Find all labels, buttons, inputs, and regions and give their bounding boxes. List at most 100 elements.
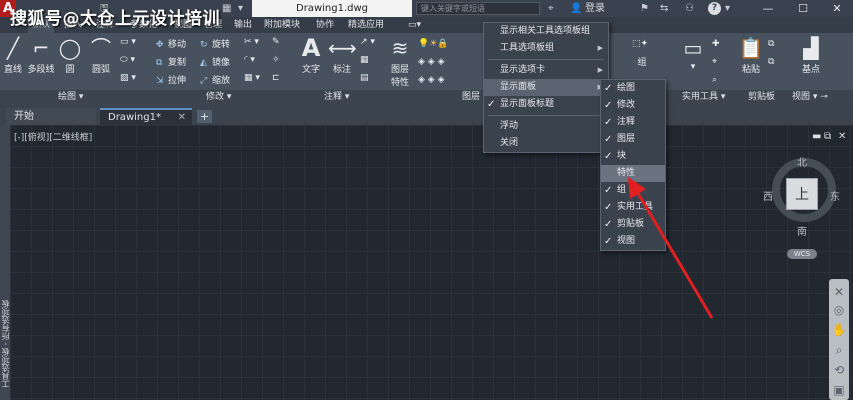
panel-menu-item[interactable]: ✓ 注释 xyxy=(601,114,665,131)
showmotion-icon[interactable]: ▣ xyxy=(829,383,849,397)
explode-icon[interactable]: ✧ xyxy=(272,55,280,65)
line-tool[interactable]: ╱ 直线 xyxy=(2,37,24,75)
help-button[interactable]: ? xyxy=(708,2,721,15)
steering-wheel-icon[interactable]: ◎ xyxy=(829,303,849,317)
panel-menu-item[interactable]: ✓ 图层 xyxy=(601,131,665,148)
tab-featured-apps[interactable]: 精选应用 xyxy=(344,17,388,33)
menu-item[interactable]: ✓ 显示面板标题 xyxy=(484,96,608,113)
mirror-tool[interactable]: ◭ 镜像 xyxy=(200,55,230,68)
move-tool[interactable]: ✥ 移动 xyxy=(156,37,186,50)
zoom-icon[interactable]: ⌕ xyxy=(829,343,849,358)
ribbon-toggle-icon[interactable]: ▭▾ xyxy=(404,17,425,33)
rotate-tool[interactable]: ↻ 旋转 xyxy=(200,37,230,50)
panel-menu-item[interactable]: ✓ 实用工具 xyxy=(601,199,665,216)
block-icon[interactable]: ⬚✦ xyxy=(632,39,648,49)
tab-start[interactable]: 开始 xyxy=(6,108,96,125)
hatch-icon[interactable]: ⬭ ▾ xyxy=(120,55,135,65)
cut-icon[interactable]: ⧉ xyxy=(768,39,774,49)
drawing-canvas[interactable] xyxy=(10,125,853,400)
viewport-close-icon[interactable]: ✕ xyxy=(838,131,846,142)
user-icon[interactable]: 👤 xyxy=(570,1,582,16)
cart-icon[interactable]: ⚑ xyxy=(640,1,649,16)
search-input[interactable]: 键入关键字或短语 xyxy=(416,2,540,15)
stretch-tool[interactable]: ⇲ 拉伸 xyxy=(156,73,186,86)
tab-drawing1[interactable]: Drawing1* ✕ xyxy=(100,108,192,125)
menu-item[interactable]: 显示面板▶ xyxy=(484,79,608,96)
viewcube-top-face[interactable]: 上 xyxy=(786,178,818,210)
viewport-restore-icon[interactable]: ⧉ xyxy=(824,131,831,142)
new-tab-button[interactable]: + xyxy=(197,110,212,123)
compass-west[interactable]: 西 xyxy=(763,188,773,203)
scale-tool[interactable]: ⤢ 缩放 xyxy=(200,73,230,86)
offset-icon[interactable]: ⊏ xyxy=(272,73,280,83)
select-icon[interactable]: ⌖ xyxy=(712,57,717,67)
trim-icon[interactable]: ✂ ▾ xyxy=(244,37,259,47)
orbit-icon[interactable]: ⟲ xyxy=(829,363,849,377)
menu-item[interactable]: 浮动 xyxy=(484,118,608,135)
compass-east[interactable]: 东 xyxy=(830,188,840,203)
tab-collaborate[interactable]: 协作 xyxy=(312,17,338,33)
compass-north[interactable]: 北 xyxy=(797,154,807,169)
measure-tool[interactable]: ▭ ▾ xyxy=(680,37,706,72)
menu-item[interactable]: 工具选项板组 ▶ xyxy=(484,40,608,57)
table-icon[interactable]: ▦ xyxy=(360,55,369,65)
id-point-icon[interactable]: ⌕ xyxy=(712,75,717,85)
calculator-icon[interactable]: ✚ xyxy=(712,39,720,49)
array-icon[interactable]: ▦ ▾ xyxy=(244,73,260,83)
dropdown-arrow-icon[interactable]: ▾ xyxy=(238,1,243,16)
polyline-tool[interactable]: ⌐ 多段线 xyxy=(26,37,56,75)
minimize-button[interactable]: — xyxy=(753,0,783,17)
viewport-minimize-icon[interactable]: ▬ xyxy=(812,131,821,142)
panel-title-clipboard[interactable]: 剪贴板 xyxy=(748,90,775,105)
close-tab-icon[interactable]: ✕ xyxy=(178,110,186,125)
panel-title-utilities[interactable]: 实用工具 ▾ xyxy=(682,90,725,105)
pan-icon[interactable]: ✋ xyxy=(829,323,849,337)
panel-title-draw[interactable]: 绘图 ▾ xyxy=(58,90,83,105)
rectangle-icon[interactable]: ▭ ▾ xyxy=(120,37,136,47)
viewport-controls[interactable]: [-][俯视][二维线框] xyxy=(14,130,92,143)
layer-properties-tool[interactable]: ≋ 图层 特性 xyxy=(387,37,413,88)
basepoint-tool[interactable]: ▟ 基点 xyxy=(798,37,824,75)
tab-output[interactable]: 输出 xyxy=(230,17,256,33)
compass-south[interactable]: 南 xyxy=(797,223,807,238)
panel-menu-item[interactable]: ✓ 块 xyxy=(601,148,665,165)
leader-icon[interactable]: ↗ ▾ xyxy=(360,37,375,47)
panel-title-layers[interactable]: 图层 xyxy=(462,90,480,105)
wcs-menu[interactable]: WCS xyxy=(787,249,817,259)
menu-item[interactable]: 显示选项卡 ▶ xyxy=(484,62,608,79)
login-button[interactable]: 登录 xyxy=(585,0,605,17)
panel-menu-item[interactable]: 特性 xyxy=(601,165,665,182)
copy-tool[interactable]: ⧉ 复制 xyxy=(156,55,186,68)
menu-item[interactable]: 关闭 xyxy=(484,135,608,152)
help-dropdown-icon[interactable]: ▾ xyxy=(725,1,730,16)
arc-tool[interactable]: ⌒ 圆弧 xyxy=(88,37,114,75)
panel-title-annotation[interactable]: 注释 ▾ xyxy=(324,90,349,105)
panel-menu-item[interactable]: ✓ 修改 xyxy=(601,97,665,114)
layer-match-icon[interactable]: ◈ ◈ ◈ xyxy=(418,75,445,85)
paste-tool[interactable]: 📋 粘贴 xyxy=(738,37,764,75)
close-button[interactable]: ✕ xyxy=(822,0,852,17)
erase-icon[interactable]: ✎ xyxy=(272,37,280,47)
nav-close-icon[interactable]: ✕ xyxy=(829,285,849,299)
lightbulb-icon[interactable]: 💡☀🔒 xyxy=(418,39,448,49)
text-tool[interactable]: A 文字 xyxy=(298,36,324,75)
panel-menu-item[interactable]: ✓ 绘图 xyxy=(601,80,665,97)
fillet-icon[interactable]: ◜ ▾ xyxy=(244,55,255,65)
panel-title-modify[interactable]: 修改 ▾ xyxy=(206,90,231,105)
account-icon[interactable]: ⚇ xyxy=(685,1,694,16)
circle-tool[interactable]: ◯ 圆 xyxy=(58,37,82,75)
layer-tools-icon[interactable]: ◈ ◈ ◈ xyxy=(418,57,445,67)
binoculars-icon[interactable]: ⌖ xyxy=(548,1,554,16)
exchange-icon[interactable]: ⇆ xyxy=(660,1,668,16)
workspace-icon[interactable]: ▦ xyxy=(222,1,231,16)
dimension-tool[interactable]: ⟷ 标注 xyxy=(328,37,357,75)
panel-menu-item[interactable]: ✓ 视图 xyxy=(601,233,665,250)
group-tool[interactable]: 组 xyxy=(634,55,650,68)
panel-menu-item[interactable]: ✓ 剪贴板 xyxy=(601,216,665,233)
menu-item[interactable]: 显示相关工具选项板组 xyxy=(484,23,608,40)
tab-addins[interactable]: 附加模块 xyxy=(260,17,304,33)
panel-menu-item[interactable]: ✓ 组 xyxy=(601,182,665,199)
maximize-button[interactable]: ☐ xyxy=(788,0,818,17)
markup-icon[interactable]: ▤ xyxy=(360,73,369,83)
gradient-icon[interactable]: ▨ ▾ xyxy=(120,73,136,83)
